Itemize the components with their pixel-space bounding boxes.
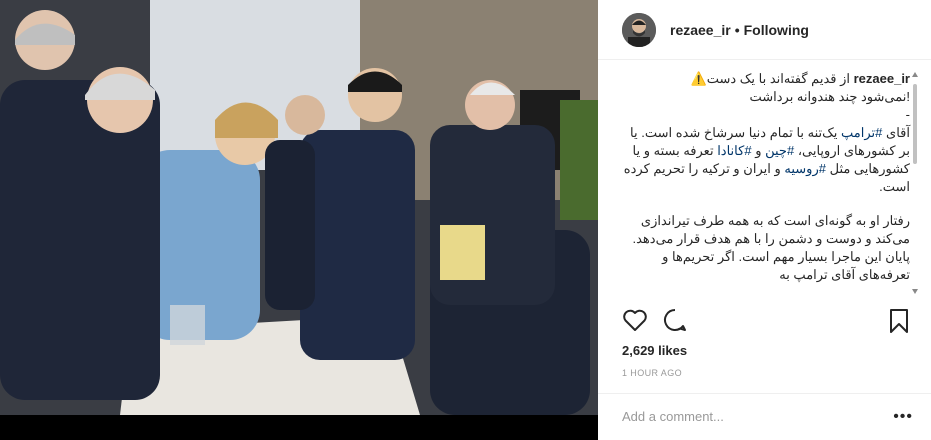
caption-area[interactable]: rezaee_ir از قدیم گفته‌اند با یک دست⚠️ !… — [622, 70, 918, 296]
caption-scrollbar[interactable] — [912, 70, 918, 296]
bookmark-icon[interactable] — [888, 308, 910, 334]
caption-paragraph: رفتار او به گونه‌ای است که به همه طرف تی… — [632, 213, 910, 282]
caption-text-run: آقای — [886, 125, 910, 140]
caption-dash: - — [905, 107, 910, 122]
separator-dot: • — [734, 21, 740, 38]
scroll-thumb[interactable] — [913, 84, 917, 164]
caption-text: rezaee_ir از قدیم گفته‌اند با یک دست⚠️ !… — [622, 70, 918, 284]
post-image — [0, 0, 598, 415]
avatar-image — [622, 12, 656, 47]
likes-count[interactable]: 2,629 likes — [622, 343, 687, 358]
hashtag-link[interactable]: #ترامپ — [841, 125, 882, 140]
post-side-panel: rezaee_ir • Following rezaee_ir از قدیم گف… — [598, 0, 931, 440]
comment-icon[interactable] — [662, 308, 688, 332]
avatar[interactable] — [622, 12, 656, 47]
action-bar — [622, 308, 912, 334]
post-photo[interactable] — [0, 0, 598, 415]
heart-icon[interactable] — [622, 308, 648, 332]
hashtag-link[interactable]: #کانادا — [717, 143, 751, 158]
following-button[interactable]: Following — [744, 22, 809, 38]
comment-input[interactable]: Add a comment... — [622, 409, 724, 424]
caption-paragraph: آقای #ترامپ یک‌تنه با تمام دنیا سرشاخ شد… — [622, 124, 910, 196]
warning-emoji-icon: ⚠️ — [690, 71, 707, 86]
caption-line: از قدیم گفته‌اند با یک دست — [706, 71, 850, 86]
caption-line: !نمی‌شود چند هندوانه برداشت — [749, 89, 910, 104]
hashtag-link[interactable]: #روسیه — [784, 161, 826, 176]
scroll-up-arrow-icon[interactable] — [912, 72, 918, 77]
post-timestamp[interactable]: 1 HOUR AGO — [622, 368, 682, 378]
scroll-down-arrow-icon[interactable] — [912, 289, 918, 294]
caption-author-link[interactable]: rezaee_ir — [854, 71, 910, 86]
caption-text-run: و — [755, 143, 762, 158]
hashtag-link[interactable]: #چین — [765, 143, 794, 158]
post-header: rezaee_ir • Following — [598, 0, 931, 60]
comment-bar: Add a comment... ••• — [598, 393, 931, 440]
more-options-icon[interactable]: ••• — [893, 408, 913, 426]
username-link[interactable]: rezaee_ir — [670, 22, 731, 38]
